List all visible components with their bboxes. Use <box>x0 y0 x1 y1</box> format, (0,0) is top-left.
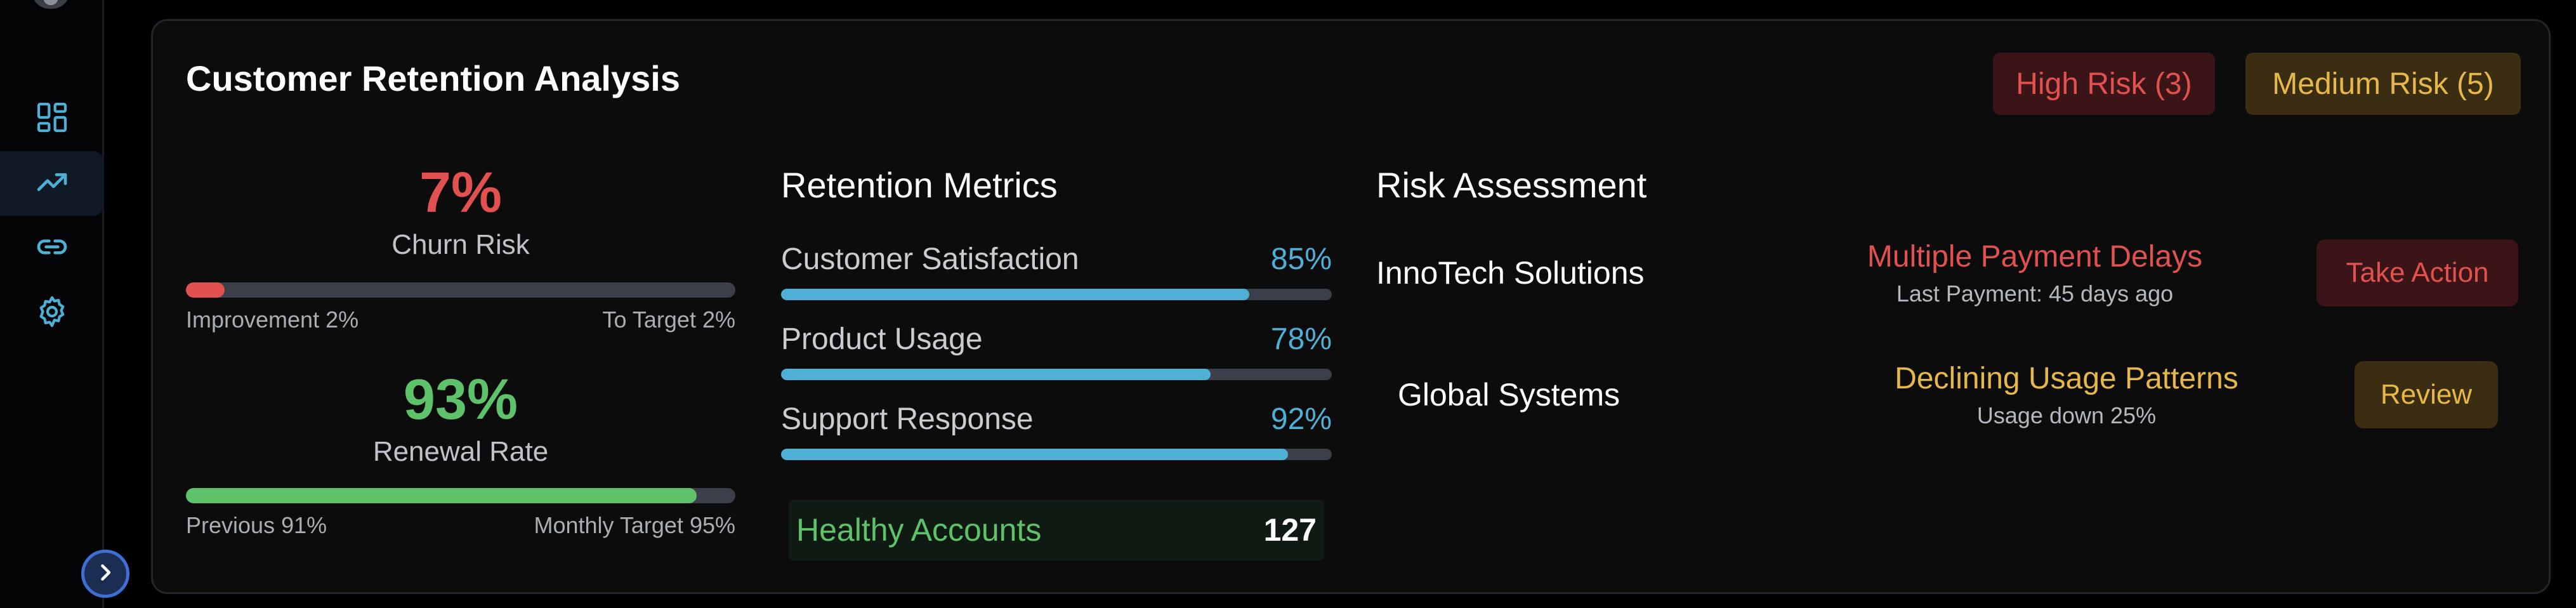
link-icon <box>34 229 70 268</box>
metric-percent: 78% <box>1270 322 1332 356</box>
metric-bar-fill <box>781 289 1249 300</box>
avatar[interactable] <box>33 0 69 9</box>
metric-percent: 92% <box>1270 402 1332 436</box>
risk-issue-detail: Last Payment: 45 days ago <box>1896 281 2174 307</box>
risk-assessment-title: Risk Assessment <box>1376 165 1647 205</box>
metric-bar <box>781 289 1332 300</box>
renewal-bar-fill <box>186 488 697 503</box>
renewal-captions: Previous 91% Monthly Target 95% <box>186 512 735 539</box>
healthy-accounts-count: 127 <box>1263 512 1317 548</box>
retention-card: Customer Retention Analysis High Risk (3… <box>151 19 2551 594</box>
renewal-target: Monthly Target 95% <box>534 512 735 538</box>
trending-up-icon <box>34 164 70 203</box>
churn-bar <box>186 282 735 298</box>
metric-row: Product Usage 78% <box>781 322 1332 357</box>
renewal-kpi: 93% Renewal Rate <box>186 371 735 468</box>
renewal-label: Renewal Rate <box>372 436 549 467</box>
risk-issue: Multiple Payment Delays Last Payment: 45… <box>1813 239 2257 307</box>
churn-value: 7% <box>419 161 503 225</box>
metric-bar-fill <box>781 369 1211 380</box>
renewal-value: 93% <box>403 368 518 432</box>
retention-metrics-title: Retention Metrics <box>781 165 1058 205</box>
take-action-button[interactable]: Take Action <box>2316 239 2518 307</box>
healthy-accounts-label: Healthy Accounts <box>796 512 1042 548</box>
metric-name: Customer Satisfaction <box>781 242 1079 276</box>
churn-bar-fill <box>186 282 225 298</box>
metric-percent: 85% <box>1270 242 1332 276</box>
risk-issue-title: Multiple Payment Delays <box>1867 240 2203 274</box>
dashboard-icon <box>34 100 70 138</box>
metric-row: Support Response 92% <box>781 402 1332 437</box>
churn-captions: Improvement 2% To Target 2% <box>186 307 735 333</box>
risk-company-name: InnoTech Solutions <box>1376 255 1645 291</box>
review-button[interactable]: Review <box>2355 361 2498 428</box>
metric-name: Product Usage <box>781 322 983 356</box>
renewal-previous: Previous 91% <box>186 512 327 538</box>
sidebar-item-links[interactable] <box>0 216 104 281</box>
high-risk-badge[interactable]: High Risk (3) <box>1993 53 2215 115</box>
risk-issue-title: Declining Usage Patterns <box>1895 362 2238 395</box>
card-title: Customer Retention Analysis <box>186 58 680 98</box>
churn-target: To Target 2% <box>602 307 735 333</box>
sidebar-item-dashboard[interactable] <box>0 86 104 151</box>
risk-company-name: Global Systems <box>1398 377 1620 413</box>
healthy-accounts: Healthy Accounts 127 <box>789 499 1324 560</box>
risk-issue-detail: Usage down 25% <box>1976 402 2157 428</box>
gear-icon <box>34 294 70 333</box>
churn-label: Churn Risk <box>391 229 530 260</box>
metric-name: Support Response <box>781 402 1034 436</box>
sidebar <box>0 0 104 608</box>
risk-issue: Declining Usage Patterns Usage down 25% <box>1844 361 2289 429</box>
metric-bar <box>781 449 1332 460</box>
metric-row: Customer Satisfaction 85% <box>781 242 1332 277</box>
sidebar-item-settings[interactable] <box>0 281 104 345</box>
churn-improvement: Improvement 2% <box>186 307 359 333</box>
metric-bar <box>781 369 1332 380</box>
metric-bar-fill <box>781 449 1288 460</box>
expand-sidebar-button[interactable] <box>81 550 129 598</box>
chevron-right-icon <box>94 561 117 587</box>
sidebar-item-analytics[interactable] <box>0 151 104 216</box>
churn-kpi: 7% Churn Risk <box>186 164 735 261</box>
medium-risk-badge[interactable]: Medium Risk (5) <box>2245 53 2521 115</box>
renewal-bar <box>186 488 735 503</box>
